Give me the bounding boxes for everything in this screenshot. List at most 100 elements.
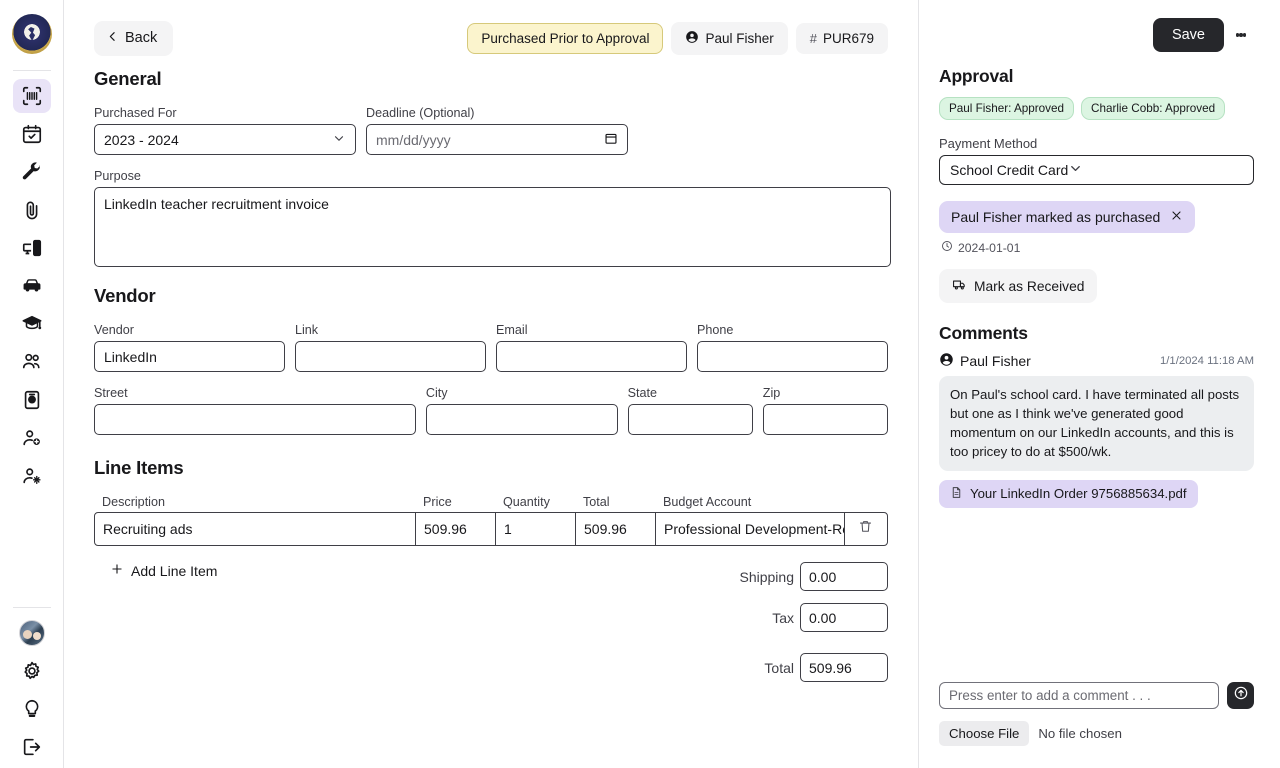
marked-as-purchased-pill[interactable]: Paul Fisher marked as purchased [939,201,1196,233]
comment-input-placeholder: Press enter to add a comment . . . [949,688,1151,703]
purpose-label: Purpose [94,169,141,183]
sidebar-item-people[interactable] [13,345,51,379]
sidebar-item-user-settings[interactable] [13,459,51,493]
topbar-chip-row: Purchased Prior to Approval Paul Fisher … [467,21,888,55]
approver-chip-paul-fisher[interactable]: Paul Fisher: Approved [939,97,1074,120]
vendor-zip-input[interactable] [762,404,889,435]
column-header-total: Total [583,495,610,509]
tax-label: Tax [772,609,794,626]
purchased-timestamp: 2024-01-01 [941,240,1254,255]
cell-quantity[interactable]: 1 [496,513,576,545]
vendor-phone-input[interactable] [697,341,888,372]
vendor-name-input[interactable]: LinkedIn [94,341,285,372]
sidebar-item-maintenance[interactable] [13,155,51,189]
choose-file-button[interactable]: Choose File [939,721,1030,746]
purpose-textarea[interactable]: LinkedIn teacher recruitment invoice [94,187,891,267]
requester-chip[interactable]: Paul Fisher [671,21,788,55]
shipping-input[interactable]: 0.00 [800,562,888,591]
column-header-price: Price [423,495,452,509]
status-badge[interactable]: Purchased Prior to Approval [467,22,664,54]
vendor-name-field: Vendor LinkedIn [94,323,285,372]
submit-comment-button[interactable] [1227,682,1254,709]
back-button[interactable]: Back [94,20,174,56]
comment-attachment[interactable]: Your LinkedIn Order 9756885634.pdf [939,479,1198,508]
approver-chip-row: Paul Fisher: Approved Charlie Cobb: Appr… [939,97,1254,120]
tax-input[interactable]: 0.00 [800,603,888,632]
sidebar-item-settings[interactable] [13,654,51,688]
cell-price[interactable]: 509.96 [416,513,496,545]
chevron-down-icon [332,131,346,148]
sidebar-item-profile[interactable] [13,616,51,650]
deadline-field: Deadline (Optional) mm/dd/yyyy [366,106,628,155]
totals-row-tax: Tax 0.00 [740,603,888,632]
cell-budget-account[interactable]: Professional Development-Recr [656,513,845,545]
deadline-placeholder: mm/dd/yyyy [376,131,451,148]
comment-input[interactable]: Press enter to add a comment . . . [939,682,1219,709]
vendor-state-input[interactable] [627,404,753,435]
vendor-email-input[interactable] [496,341,687,372]
user-settings-icon [21,465,43,487]
requester-chip-label: Paul Fisher [705,30,774,46]
cell-total[interactable]: 509.96 [576,513,656,545]
chevron-down-icon [1068,161,1083,179]
payment-method-select[interactable]: School Credit Card [939,155,1254,185]
comment-body: On Paul's school card. I have terminated… [939,376,1254,471]
approver-chip-charlie-cobb[interactable]: Charlie Cobb: Approved [1081,97,1226,120]
vendor-street-field: Street [94,386,416,435]
sidebar-item-technology[interactable] [13,231,51,265]
comment-author-name: Paul Fisher [960,353,1031,369]
right-panel: Save Approval Paul Fisher: Approved Char… [919,0,1280,768]
purchase-id-label: PUR679 [822,30,874,46]
mark-as-received-button[interactable]: Mark as Received [939,269,1098,303]
right-panel-actions: Save [939,18,1254,52]
vendor-email-label: Email [496,323,528,337]
calendar-icon[interactable] [604,131,618,148]
sidebar-item-academics[interactable] [13,307,51,341]
vendor-row-contact: Vendor LinkedIn Link Email Phone [94,323,888,372]
purchased-for-select[interactable]: 2023 - 2024 [94,124,356,155]
total-label: Total [764,659,794,676]
vendor-name-label: Vendor [94,323,134,337]
sidebar-item-transportation[interactable] [13,269,51,303]
sidebar-item-attachments[interactable] [13,193,51,227]
purchased-for-field: Purchased For 2023 - 2024 [94,106,356,155]
close-icon[interactable] [1170,209,1183,225]
deadline-label: Deadline (Optional) [366,106,475,120]
total-input[interactable]: 509.96 [800,653,888,682]
school-logo[interactable] [11,14,52,54]
sidebar-item-add-user[interactable] [13,421,51,455]
sidebar-item-purchasing[interactable] [12,79,51,113]
vendor-city-input[interactable] [425,404,618,435]
add-line-item-label: Add Line Item [131,562,218,579]
delete-line-item-button[interactable] [845,513,885,545]
sidebar-item-calendar[interactable] [13,117,51,151]
vendor-phone-label: Phone [697,323,734,337]
wrench-icon [21,161,43,183]
more-options-button[interactable] [1228,18,1254,52]
vendor-row-address: Street City State Zip [94,386,889,435]
sidebar-item-logout[interactable] [13,730,51,764]
mark-as-received-label: Mark as Received [974,278,1085,294]
truck-icon [952,277,967,295]
vendor-street-input[interactable] [94,404,416,435]
sidebar-item-tips[interactable] [13,692,51,726]
totals-block: Shipping 0.00 Tax 0.00 Total 509.96 [740,562,888,694]
add-line-item-button[interactable]: Add Line Item [110,562,217,579]
app-root: Back Purchased Prior to Approval Paul Fi… [0,0,1280,768]
topbar: Back Purchased Prior to Approval Paul Fi… [94,0,888,66]
purpose-field: Purpose LinkedIn teacher recruitment inv… [94,169,891,267]
file-document-icon [950,486,963,502]
comment-composer: Press enter to add a comment . . . Choos… [939,682,1254,746]
column-header-budget-account: Budget Account [663,495,752,509]
deadline-input[interactable]: mm/dd/yyyy [366,124,628,155]
save-button[interactable]: Save [1152,18,1224,52]
sidebar-item-directory[interactable] [13,383,51,417]
purchase-id-chip[interactable]: # PUR679 [795,22,888,54]
cell-description[interactable]: Recruiting ads [95,513,416,545]
line-items-footer: Add Line Item Shipping 0.00 Tax 0.00 Tot… [94,546,888,682]
totals-row-total: Total 509.96 [740,653,888,682]
vendor-link-input[interactable] [295,341,486,372]
column-header-quantity: Quantity [503,495,550,509]
vendor-link-label: Link [295,323,319,337]
kebab-dot-3 [1242,33,1247,37]
